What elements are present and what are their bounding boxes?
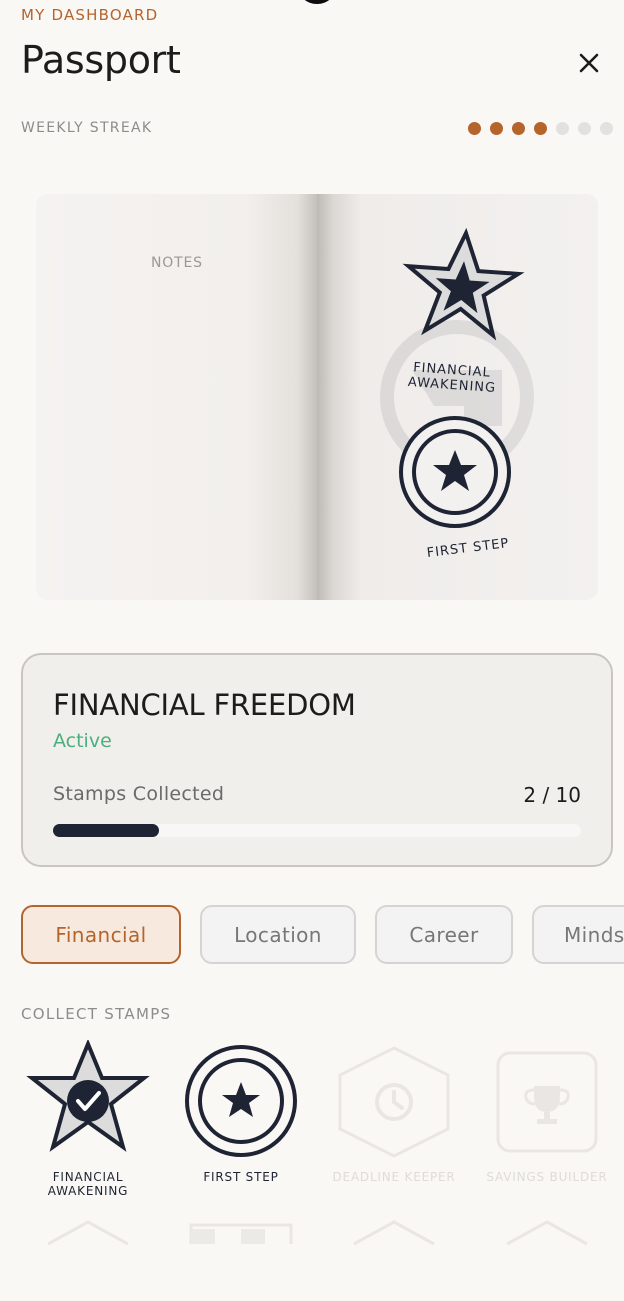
streak-dot-empty xyxy=(600,122,613,135)
stamp-name: FIRST STEP xyxy=(203,1170,279,1184)
stamp-name: SAVINGS BUILDER xyxy=(486,1170,608,1184)
first-step-stamp-label: FIRST STEP xyxy=(426,536,510,561)
stamp-name: DEADLINE KEEPER xyxy=(332,1170,456,1184)
weekly-streak-label: WEEKLY STREAK xyxy=(21,120,153,136)
streak-dot-empty xyxy=(556,122,569,135)
camera-notch xyxy=(298,0,336,4)
circle-star-icon xyxy=(185,1045,297,1157)
tab-location[interactable]: Location xyxy=(200,905,356,964)
weekly-streak-indicator xyxy=(468,122,613,135)
program-title: FINANCIAL FREEDOM xyxy=(53,688,356,722)
passport-stamps-area: FINANCIAL AWAKENING FIRST STEP xyxy=(380,227,534,561)
stamp-name-line2: AWAKENING xyxy=(47,1184,129,1198)
page-title: Passport xyxy=(21,38,181,82)
tab-mindset[interactable]: Minds xyxy=(532,905,624,964)
trophy-icon xyxy=(496,1051,598,1153)
stamp-savings-builder[interactable]: SAVINGS BUILDER xyxy=(470,1040,624,1210)
stamp-financial-awakening[interactable]: FINANCIAL AWAKENING xyxy=(11,1040,165,1210)
collect-stamps-label: COLLECT STAMPS xyxy=(21,1005,172,1023)
stamp-name-line1: FINANCIAL xyxy=(52,1170,124,1184)
next-stamp-row xyxy=(47,1220,588,1246)
dashboard-eyebrow: MY DASHBOARD xyxy=(21,6,159,24)
stamps-progress-bar xyxy=(53,824,581,837)
close-icon xyxy=(579,53,599,73)
tab-career[interactable]: Career xyxy=(375,905,513,964)
streak-dot-complete xyxy=(534,122,547,135)
streak-dot-complete xyxy=(468,122,481,135)
close-button[interactable] xyxy=(572,46,606,80)
passport-book: NOTES FINANCIAL AWAKENING FIRST STEP xyxy=(36,194,598,600)
stamp-deadline-keeper[interactable]: DEADLINE KEEPER xyxy=(317,1040,471,1210)
category-tabs: Financial Location Career Minds xyxy=(21,905,624,964)
streak-dot-empty xyxy=(578,122,591,135)
streak-dot-complete xyxy=(512,122,525,135)
clock-hexagon-icon xyxy=(338,1046,450,1158)
stamp-first-step[interactable]: FIRST STEP xyxy=(164,1040,318,1210)
streak-dot-complete xyxy=(490,122,503,135)
stamps-collected-label: Stamps Collected xyxy=(53,783,225,805)
passport-screen: MY DASHBOARD Passport WEEKLY STREAK NOTE… xyxy=(0,0,624,1301)
tab-financial[interactable]: Financial xyxy=(21,905,181,964)
star-check-icon xyxy=(26,1040,150,1152)
stamps-progress-fill xyxy=(53,824,159,837)
stamps-collected-count: 2 / 10 xyxy=(523,783,581,807)
first-step-stamp xyxy=(399,416,511,528)
program-status: Active xyxy=(53,730,112,752)
program-progress-card: FINANCIAL FREEDOM Active Stamps Collecte… xyxy=(21,653,613,867)
